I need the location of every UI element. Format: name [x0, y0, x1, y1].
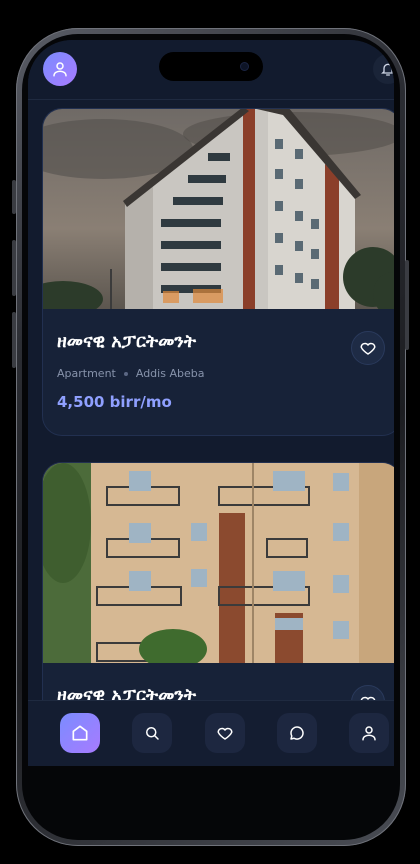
listing-location: Addis Abeba — [135, 367, 205, 380]
nav-search[interactable] — [132, 713, 172, 753]
app-screen: ዘመናዊ አፓርትመንት Apartment Addis Abeba 4,500… — [28, 40, 394, 766]
listing-photo — [43, 463, 394, 663]
listing-meta: Apartment Addis Abeba — [57, 367, 204, 380]
profile-avatar-button[interactable] — [43, 52, 77, 86]
nav-favorites[interactable] — [205, 713, 245, 753]
user-icon — [362, 726, 376, 741]
front-camera — [240, 62, 249, 71]
listing-title: ዘመናዊ አፓርትመንት — [57, 331, 196, 352]
power-button — [405, 260, 409, 350]
listings-feed[interactable]: ዘመናዊ አፓርትመንት Apartment Addis Abeba 4,500… — [28, 100, 394, 706]
volume-up-button — [12, 240, 16, 296]
listing-price: 4,500 birr/mo — [57, 393, 172, 411]
nav-messages[interactable] — [277, 713, 317, 753]
user-icon — [53, 62, 67, 77]
bottom-navigation — [28, 700, 394, 766]
chat-icon — [290, 726, 304, 740]
top-bar — [28, 40, 394, 100]
home-icon — [72, 725, 88, 741]
listing-photo — [43, 109, 394, 309]
notification-button[interactable] — [373, 54, 394, 84]
heart-icon — [360, 342, 376, 355]
search-icon — [146, 727, 159, 740]
dynamic-island — [159, 52, 263, 81]
action-button — [12, 180, 16, 214]
nav-profile[interactable] — [349, 713, 389, 753]
favorite-button[interactable] — [351, 331, 385, 365]
device-stage: ዘመናዊ አፓርትመንት Apartment Addis Abeba 4,500… — [0, 0, 420, 864]
notification-icon — [381, 63, 394, 76]
listing-type: Apartment — [57, 367, 116, 380]
volume-down-button — [12, 312, 16, 368]
separator-dot — [123, 371, 128, 376]
nav-home[interactable] — [60, 713, 100, 753]
listing-card[interactable]: ዘመናዊ አፓርትመንት — [42, 462, 394, 706]
heart-icon — [217, 727, 233, 740]
listing-card[interactable]: ዘመናዊ አፓርትመንት Apartment Addis Abeba 4,500… — [42, 108, 394, 436]
